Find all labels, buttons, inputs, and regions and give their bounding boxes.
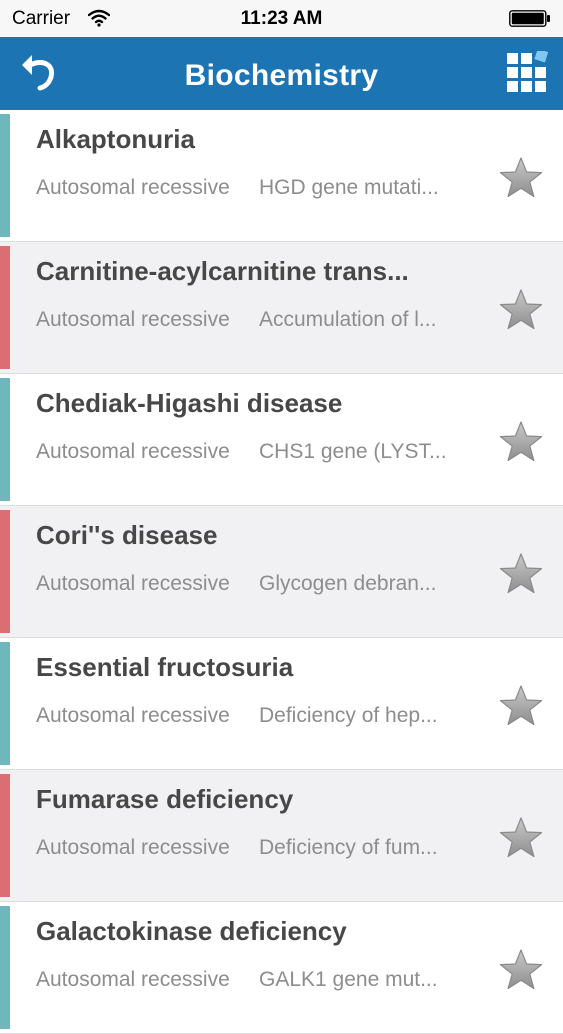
list-item[interactable]: Essential fructosuria Autosomal recessive…	[0, 638, 563, 770]
list-item[interactable]: Galactokinase deficiency Autosomal recess…	[0, 902, 563, 1034]
disease-title: Alkaptonuria	[36, 124, 195, 154]
inheritance-label: Autosomal recessive	[36, 704, 230, 727]
inheritance-label: Autosomal recessive	[36, 572, 230, 595]
disease-description: HGD gene mutati...	[259, 176, 439, 199]
list-item[interactable]: Cori''s disease Autosomal recessive Glycog…	[0, 506, 563, 638]
disease-title: Carnitine-acylcarnitine trans...	[36, 256, 409, 286]
disease-description: Accumulation of l...	[259, 308, 437, 331]
star-icon[interactable]	[497, 551, 545, 597]
disease-description: Deficiency of fum...	[259, 836, 438, 859]
status-time: 11:23 AM	[240, 8, 323, 29]
disease-title: Galactokinase deficiency	[36, 916, 347, 946]
category-accent-bar	[0, 906, 10, 1029]
grid-icon[interactable]	[505, 51, 549, 95]
list-item[interactable]: Fumarase deficiency Autosomal recessive De…	[0, 770, 563, 902]
star-icon[interactable]	[497, 815, 545, 861]
inheritance-label: Autosomal recessive	[36, 308, 230, 331]
inheritance-label: Autosomal recessive	[36, 440, 230, 463]
inheritance-label: Autosomal recessive	[36, 968, 230, 991]
disease-description: CHS1 gene (LYST...	[259, 440, 447, 463]
disease-title: Chediak-Higashi disease	[36, 388, 343, 418]
list-item[interactable]: Carnitine-acylcarnitine trans... Autosoma…	[0, 242, 563, 374]
inheritance-label: Autosomal recessive	[36, 836, 230, 859]
inheritance-label: Autosomal recessive	[36, 176, 230, 199]
disease-description: Glycogen debran...	[259, 572, 437, 595]
list-item[interactable]: Alkaptonuria Autosomal recessive HGD gene …	[0, 110, 563, 242]
category-accent-bar	[0, 246, 10, 369]
battery-icon	[509, 10, 550, 27]
navigation-bar: Biochemistry	[0, 37, 563, 110]
star-icon[interactable]	[497, 155, 545, 201]
disease-description: GALK1 gene mut...	[259, 968, 438, 991]
page-title: Biochemistry	[184, 59, 379, 92]
category-accent-bar	[0, 774, 10, 897]
disease-description: Deficiency of hep...	[259, 704, 438, 727]
disease-list: Alkaptonuria Autosomal recessive HGD gene …	[0, 110, 563, 1034]
category-accent-bar	[0, 510, 10, 633]
star-icon[interactable]	[497, 419, 545, 465]
category-accent-bar	[0, 378, 10, 501]
category-accent-bar	[0, 642, 10, 765]
disease-title: Fumarase deficiency	[36, 784, 294, 814]
star-icon[interactable]	[497, 287, 545, 333]
disease-title: Essential fructosuria	[36, 652, 294, 682]
star-icon[interactable]	[497, 947, 545, 993]
status-bar: Carrier 11:23 AM	[0, 0, 563, 37]
star-icon[interactable]	[497, 683, 545, 729]
category-accent-bar	[0, 114, 10, 237]
disease-title: Cori''s disease	[36, 520, 218, 550]
list-item[interactable]: Chediak-Higashi disease Autosomal recessi…	[0, 374, 563, 506]
